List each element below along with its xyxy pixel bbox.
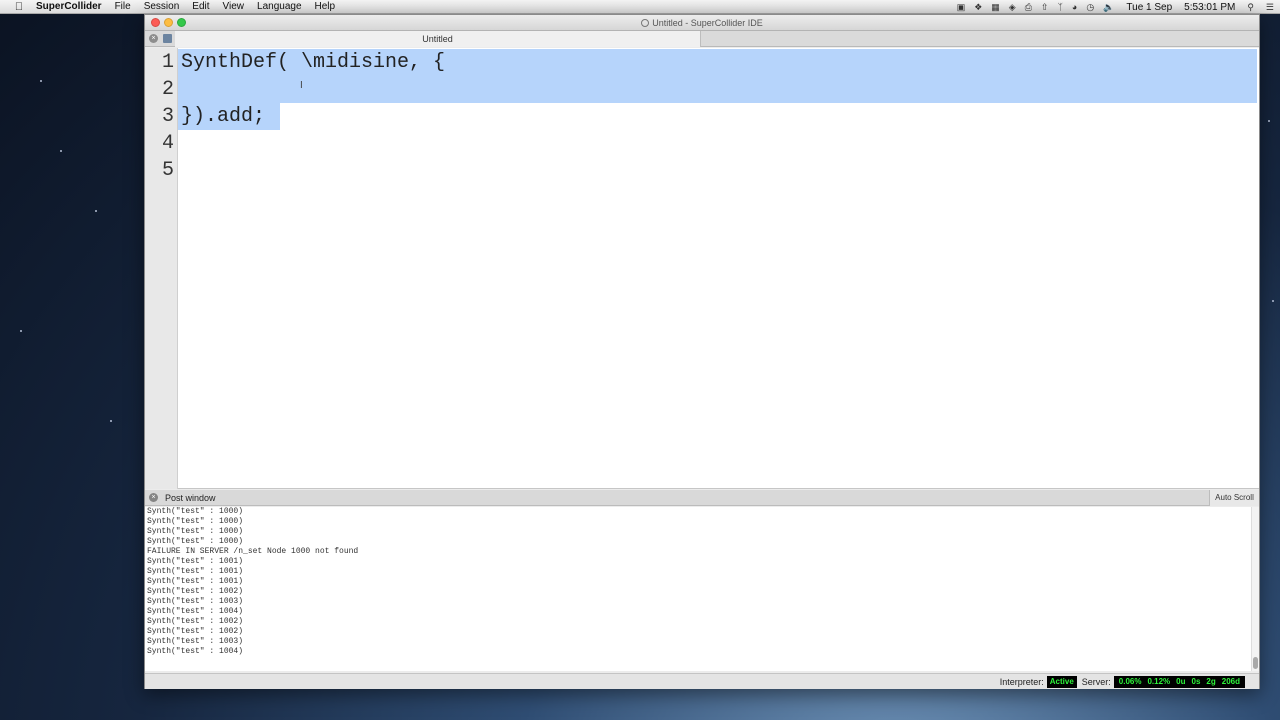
scrollbar-thumb[interactable]	[1253, 657, 1258, 669]
menu-help[interactable]: Help	[315, 1, 336, 12]
window-close-button[interactable]	[151, 18, 160, 27]
line-number: 3	[161, 105, 174, 128]
window-title: Untitled - SuperCollider IDE	[652, 18, 763, 28]
post-line: Synth("test" : 1001)	[147, 557, 244, 566]
post-window-title: Post window	[165, 493, 216, 503]
menu-file[interactable]: File	[115, 1, 131, 12]
line-number: 5	[161, 159, 174, 182]
server-status-badge[interactable]: 0.06% 0.12% 0u 0s 2g 206d	[1113, 676, 1245, 688]
window-minimize-button[interactable]	[164, 18, 173, 27]
window-controls	[151, 18, 190, 27]
bluetooth-icon[interactable]: ᛉ	[1057, 2, 1062, 12]
post-line: Synth("test" : 1001)	[147, 567, 244, 576]
document-icon	[641, 19, 650, 27]
server-avg-cpu: 0.06%	[1118, 677, 1142, 686]
star	[110, 420, 112, 422]
menu-edit[interactable]: Edit	[192, 1, 209, 12]
save-icon[interactable]	[163, 34, 172, 43]
notification-center-icon[interactable]: ☰	[1266, 2, 1274, 13]
status-indicators: Interpreter: Active Server: 0.06% 0.12% …	[995, 676, 1245, 688]
ide-window: Untitled - SuperCollider IDE × Untitled …	[144, 14, 1260, 689]
line-number: 4	[161, 132, 174, 155]
post-window-scrollbar[interactable]	[1251, 507, 1259, 671]
interpreter-label: Interpreter:	[999, 677, 1044, 687]
menu-app-name[interactable]: SuperCollider	[36, 1, 102, 12]
post-window-output[interactable]: Synth("test" : 1000) Synth("test" : 1000…	[145, 507, 1259, 671]
dropbox-icon[interactable]: ❖	[974, 2, 982, 13]
server-label: Server:	[1081, 677, 1111, 687]
clock-day[interactable]: Tue 1 Sep	[1126, 2, 1172, 13]
post-line: Synth("test" : 1002)	[147, 587, 244, 596]
line-number: 2	[161, 78, 174, 101]
code-line[interactable]: 5	[145, 157, 1259, 184]
server-groups: 2g	[1206, 677, 1216, 686]
volume-icon[interactable]: 🔈	[1103, 2, 1114, 13]
star	[95, 210, 97, 212]
status-bar: Interpreter: Active Server: 0.06% 0.12% …	[145, 673, 1259, 689]
server-peak-cpu: 0.12%	[1147, 677, 1171, 686]
printer-icon[interactable]: ⎙	[1025, 2, 1032, 13]
code-text[interactable]: }).add;	[181, 103, 265, 130]
code-line[interactable]: 2	[145, 76, 1259, 103]
post-line: Synth("test" : 1003)	[147, 637, 244, 646]
post-line: Synth("test" : 1004)	[147, 647, 244, 656]
post-line: Synth("test" : 1000)	[147, 527, 244, 536]
code-line[interactable]: 4	[145, 130, 1259, 157]
server-synthdefs: 206d	[1221, 677, 1240, 686]
server-ugens: 0u	[1176, 677, 1186, 686]
star	[20, 330, 22, 332]
menu-language[interactable]: Language	[257, 1, 302, 12]
camera-icon[interactable]: ▣	[957, 2, 966, 13]
wifi-icon[interactable]: ◕	[1072, 2, 1077, 12]
star	[1272, 300, 1274, 302]
evernote-icon[interactable]: ◈	[1009, 2, 1016, 13]
post-line: Synth("test" : 1001)	[147, 577, 244, 586]
time-machine-icon[interactable]: ◷	[1086, 2, 1094, 13]
menu-bar:  SuperCollider File Session Edit View L…	[0, 0, 1280, 14]
code-line[interactable]: 3 }).add;	[145, 103, 1259, 130]
share-icon[interactable]: ⇧	[1041, 2, 1049, 13]
window-zoom-button[interactable]	[177, 18, 186, 27]
star	[1268, 120, 1270, 122]
post-line: FAILURE IN SERVER /n_set Node 1000 not f…	[147, 547, 359, 556]
server-synths: 0s	[1191, 677, 1201, 686]
menu-bar-tray: ▣ ❖ ▦ ◈ ⎙ ⇧ ᛉ ◕ ◷ 🔈 Tue 1 Sep 5:53:01 PM…	[948, 0, 1274, 14]
post-line: Synth("test" : 1002)	[147, 627, 244, 636]
star	[40, 80, 42, 82]
apple-icon[interactable]: 	[12, 1, 26, 13]
ibeam-cursor-icon: I	[300, 80, 303, 91]
auto-scroll-button[interactable]: Auto Scroll	[1209, 490, 1259, 506]
menu-view[interactable]: View	[223, 1, 245, 12]
menu-session[interactable]: Session	[144, 1, 180, 12]
spotlight-search-icon[interactable]: ⚲	[1247, 2, 1254, 13]
post-window-header: × Post window Auto Scroll	[145, 490, 1259, 506]
post-line: Synth("test" : 1000)	[147, 507, 244, 516]
post-line: Synth("test" : 1000)	[147, 517, 244, 526]
post-line: Synth("test" : 1004)	[147, 607, 244, 616]
calendar-icon[interactable]: ▦	[991, 2, 1000, 13]
close-tab-icon[interactable]: ×	[149, 34, 158, 43]
line-number: 1	[161, 51, 174, 74]
star	[60, 150, 62, 152]
code-line[interactable]: 1 SynthDef( \midisine, {	[145, 49, 1259, 76]
code-editor[interactable]: 1 SynthDef( \midisine, { 2 3 }).add; 4 5…	[145, 48, 1259, 489]
tab-bar: × Untitled	[145, 31, 1259, 47]
code-text[interactable]: SynthDef( \midisine, {	[181, 49, 445, 76]
post-window-close-icon[interactable]: ×	[149, 493, 158, 502]
post-line: Synth("test" : 1003)	[147, 597, 244, 606]
tab-untitled[interactable]: Untitled	[175, 31, 701, 47]
post-line: Synth("test" : 1000)	[147, 537, 244, 546]
post-line: Synth("test" : 1002)	[147, 617, 244, 626]
title-bar[interactable]: Untitled - SuperCollider IDE	[145, 15, 1259, 31]
interpreter-status-badge[interactable]: Active	[1046, 676, 1077, 688]
clock-time[interactable]: 5:53:01 PM	[1184, 2, 1235, 13]
